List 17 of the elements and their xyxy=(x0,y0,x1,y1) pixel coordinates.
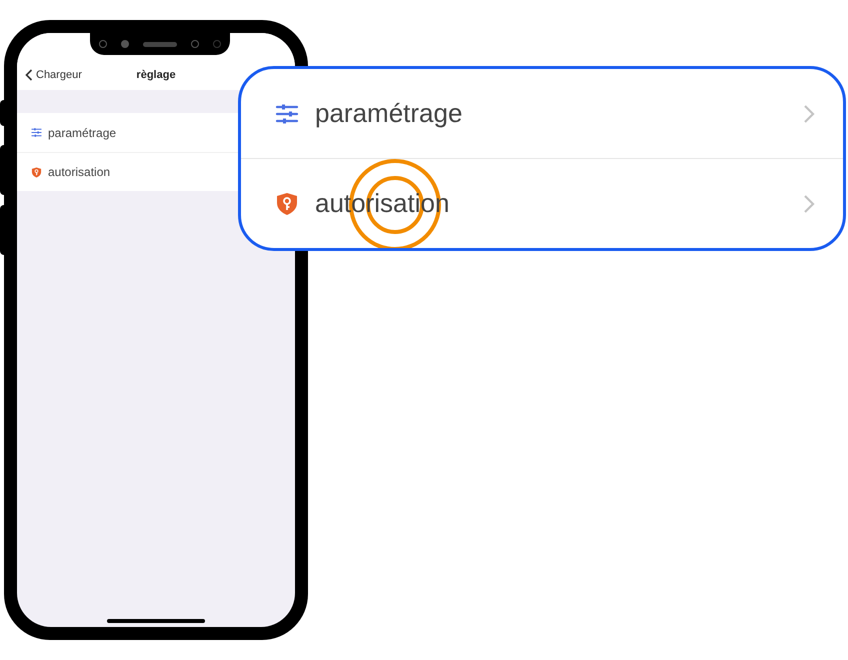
chevron-right-icon xyxy=(803,194,815,214)
sensor-icon xyxy=(191,40,199,48)
side-button[interactable] xyxy=(0,205,6,255)
speaker-icon xyxy=(143,42,177,46)
chevron-right-icon xyxy=(803,104,815,124)
sliders-icon xyxy=(275,102,299,126)
camera-icon xyxy=(121,40,129,48)
sensor-icon xyxy=(99,40,107,48)
sliders-icon xyxy=(31,127,42,138)
side-button[interactable] xyxy=(0,145,6,195)
shield-key-icon xyxy=(275,192,299,216)
back-chevron-icon xyxy=(25,69,33,81)
sensor-icon xyxy=(213,40,221,48)
back-button[interactable]: Chargeur xyxy=(25,66,82,84)
side-button[interactable] xyxy=(0,100,6,126)
shield-key-icon xyxy=(31,166,42,178)
screen-title: règlage xyxy=(136,68,176,83)
